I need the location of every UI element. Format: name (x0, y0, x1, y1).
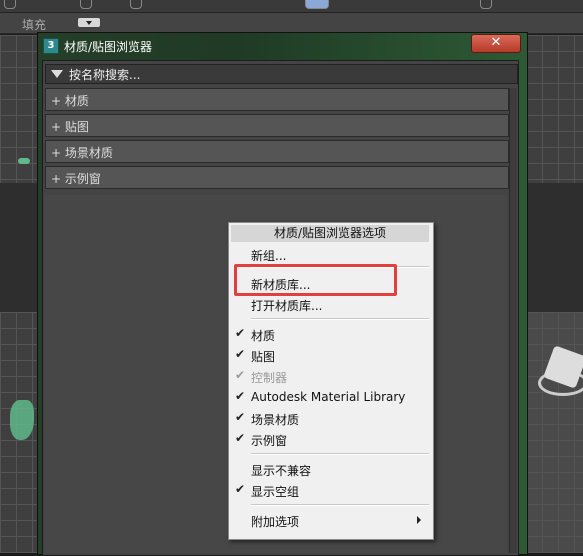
menu-separator (251, 504, 429, 506)
menu-item-new-group[interactable]: 新组... (229, 244, 433, 264)
menu-item-materials[interactable]: ✔ 材质 (229, 324, 433, 344)
check-icon: ✔ (235, 431, 246, 445)
dialog-title: 材质/贴图浏览器 (64, 40, 153, 54)
section-sample-slots[interactable]: + 示例窗 (45, 166, 509, 189)
menu-separator (251, 318, 429, 320)
check-icon: ✔ (235, 389, 246, 403)
dropdown-triangle-icon[interactable] (51, 70, 63, 78)
fill-label: 填充 (22, 18, 47, 32)
section-maps[interactable]: + 贴图 (45, 114, 509, 137)
check-icon: ✔ (235, 482, 246, 496)
toolbar-icon[interactable] (130, 0, 142, 9)
section-label: + 贴图 (51, 120, 89, 134)
search-label: 按名称搜索... (69, 68, 141, 82)
app-toolbar (0, 0, 583, 13)
annotation-highlight (234, 264, 397, 296)
menu-item-label: 控制器 (251, 371, 288, 385)
menu-item-label: 打开材质库... (251, 299, 323, 313)
check-icon: ✔ (235, 347, 246, 361)
menu-item-controllers: ✔ 控制器 (229, 366, 433, 386)
menu-item-label: 显示不兼容 (251, 464, 312, 478)
menu-item-show-empty-groups[interactable]: ✔ 显示空组 (229, 480, 433, 500)
menu-item-show-incompatible[interactable]: 显示不兼容 (229, 459, 433, 479)
menu-item-label: 贴图 (251, 350, 276, 364)
scrollbar[interactable] (509, 88, 517, 553)
section-label: + 材质 (51, 94, 89, 108)
app-icon: 3 (43, 38, 59, 54)
menu-item-open-material-library[interactable]: 打开材质库... (229, 294, 433, 314)
toolbar-icon[interactable] (4, 0, 16, 9)
check-icon: ✔ (235, 326, 246, 340)
section-scene-materials[interactable]: + 场景材质 (45, 140, 509, 163)
menu-item-label: 附加选项 (251, 515, 300, 529)
toolbar-icon[interactable] (480, 0, 492, 9)
menu-item-label: 显示空组 (251, 485, 300, 499)
menu-item-scene-materials[interactable]: ✔ 场景材质 (229, 408, 433, 428)
menu-item-label: 场景材质 (251, 413, 300, 427)
search-by-name-field[interactable]: 按名称搜索... (45, 64, 518, 84)
scene-object (18, 158, 30, 164)
menu-item-additional-options[interactable]: 附加选项 (229, 510, 433, 530)
scene-object (10, 400, 34, 440)
toolbar-icon[interactable] (305, 0, 329, 9)
close-button[interactable]: ✕ (471, 34, 521, 53)
dialog-title-bar[interactable]: 3 材质/贴图浏览器 ✕ (38, 33, 527, 58)
command-panel-tabs: 填充 (0, 13, 583, 34)
menu-item-maps[interactable]: ✔ 贴图 (229, 345, 433, 365)
toolbar-icon[interactable] (80, 0, 92, 9)
menu-item-label: 新组... (251, 249, 287, 263)
section-materials[interactable]: + 材质 (45, 88, 509, 111)
menu-item-label: 材质 (251, 329, 276, 343)
submenu-arrow-icon (417, 516, 421, 524)
check-icon: ✔ (235, 410, 246, 424)
menu-separator (251, 453, 429, 455)
dropdown-button[interactable] (78, 18, 100, 27)
section-label: + 场景材质 (51, 146, 113, 160)
menu-item-label: Autodesk Material Library (251, 390, 406, 404)
check-icon: ✔ (235, 368, 246, 382)
menu-item-sample-slots[interactable]: ✔ 示例窗 (229, 429, 433, 449)
section-label: + 示例窗 (51, 172, 101, 186)
menu-header: 材质/贴图浏览器选项 (231, 225, 429, 242)
menu-item-autodesk-material-library[interactable]: ✔ Autodesk Material Library (229, 387, 433, 407)
menu-item-label: 示例窗 (251, 434, 288, 448)
viewport-top-right[interactable] (526, 35, 583, 183)
